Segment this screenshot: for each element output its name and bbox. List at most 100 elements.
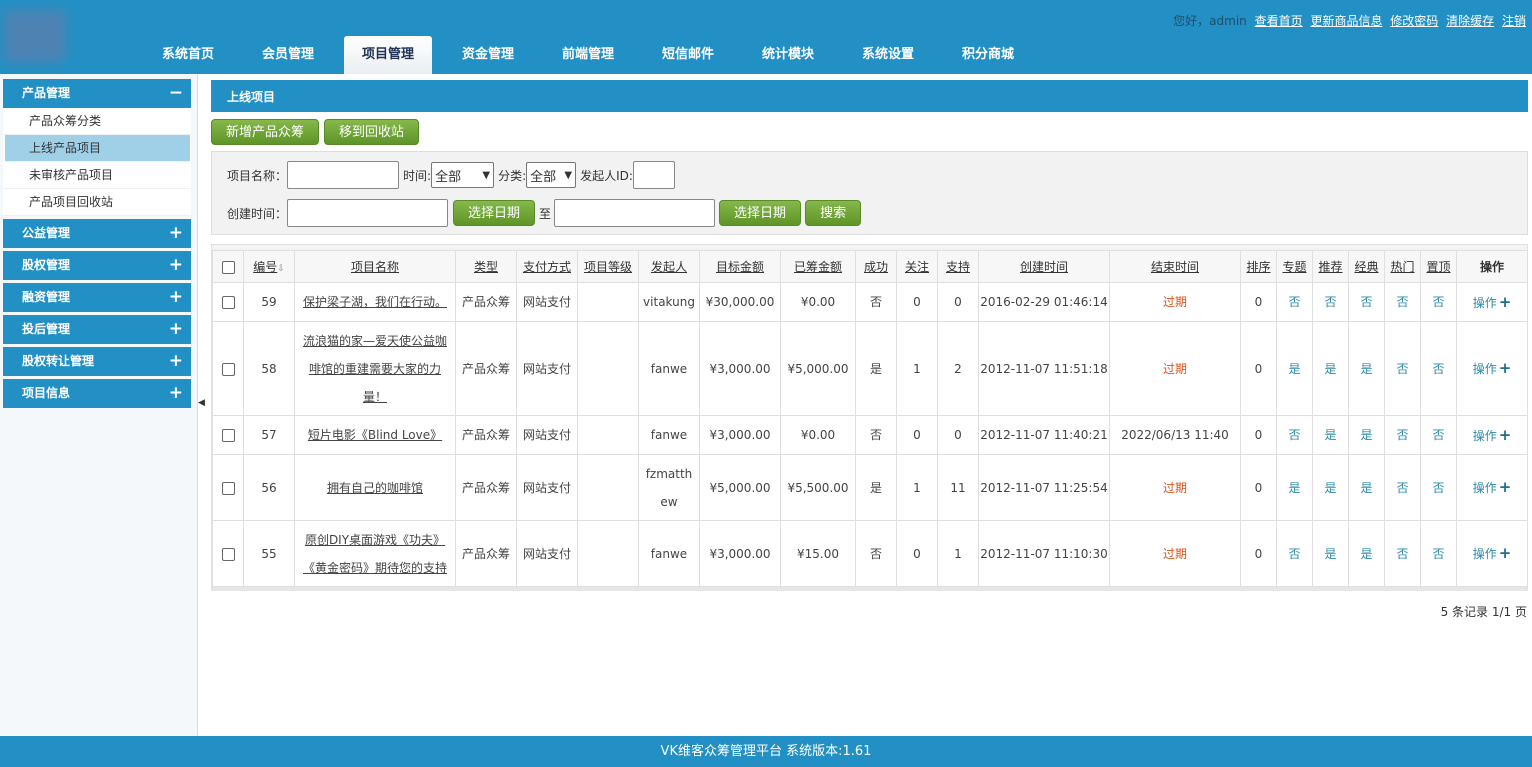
row-checkbox-cell[interactable] xyxy=(212,454,244,521)
search-button[interactable]: 搜索 xyxy=(805,200,862,226)
nav-frontend-management[interactable]: 前端管理 xyxy=(538,36,638,74)
link-change-password[interactable]: 修改密码 xyxy=(1390,14,1438,28)
col-payment[interactable]: 支付方式 xyxy=(516,250,578,283)
nav-statistics[interactable]: 统计模块 xyxy=(738,36,838,74)
plus-icon[interactable]: + xyxy=(1499,544,1512,562)
nav-system-settings[interactable]: 系统设置 xyxy=(838,36,938,74)
col-topic[interactable]: 专题 xyxy=(1276,250,1313,283)
collapse-icon[interactable]: − xyxy=(169,79,183,108)
link-view-home[interactable]: 查看首页 xyxy=(1255,14,1303,28)
nav-system-home[interactable]: 系统首页 xyxy=(138,36,238,74)
link-update-products[interactable]: 更新商品信息 xyxy=(1310,14,1382,28)
sidebar-head-equity[interactable]: 股权管理 + xyxy=(3,251,191,280)
toggle-hot[interactable]: 否 xyxy=(1384,282,1421,322)
sidebar-head-project-info[interactable]: 项目信息 + xyxy=(3,379,191,408)
col-support[interactable]: 支持 xyxy=(937,250,979,283)
col-end[interactable]: 结束时间 xyxy=(1109,250,1241,283)
actions-label[interactable]: 操作 xyxy=(1473,429,1497,443)
toggle-hot[interactable]: 否 xyxy=(1384,454,1421,521)
sidebar-head-charity[interactable]: 公益管理 + xyxy=(3,219,191,248)
col-recommend[interactable]: 推荐 xyxy=(1312,250,1349,283)
col-raised-amount[interactable]: 已筹金额 xyxy=(780,250,856,283)
toggle-classic[interactable]: 是 xyxy=(1348,321,1385,416)
actions-menu[interactable]: 操作 + xyxy=(1456,415,1528,455)
nav-project-management[interactable]: 项目管理 xyxy=(344,36,432,74)
row-checkbox[interactable] xyxy=(221,362,235,376)
date-from-input[interactable] xyxy=(287,199,449,227)
project-name-link[interactable]: 原创DIY桌面游戏《功夫》《黄金密码》期待您的支持 xyxy=(301,526,449,582)
sidebar-item-unreviewed-projects[interactable]: 未审核产品项目 xyxy=(3,162,191,189)
link-clear-cache[interactable]: 清除缓存 xyxy=(1446,14,1494,28)
row-checkbox[interactable] xyxy=(221,429,235,442)
project-name-link[interactable]: 拥有自己的咖啡馆 xyxy=(327,474,423,502)
plus-icon[interactable]: + xyxy=(1499,426,1512,444)
toggle-hot[interactable]: 否 xyxy=(1384,415,1421,455)
date-to-input[interactable] xyxy=(554,199,716,227)
col-type[interactable]: 类型 xyxy=(455,250,517,283)
toggle-pin[interactable]: 否 xyxy=(1420,282,1457,322)
sidebar-head-financing[interactable]: 融资管理 + xyxy=(3,283,191,312)
actions-menu[interactable]: 操作 + xyxy=(1456,520,1528,587)
plus-icon[interactable]: + xyxy=(1499,293,1512,311)
toggle-pin[interactable]: 否 xyxy=(1420,415,1457,455)
project-name-link[interactable]: 短片电影《Blind Love》 xyxy=(308,421,442,449)
toggle-pin[interactable]: 否 xyxy=(1420,321,1457,416)
expand-icon[interactable]: + xyxy=(169,347,183,376)
toggle-recommend[interactable]: 是 xyxy=(1312,520,1349,587)
toggle-topic[interactable]: 是 xyxy=(1276,454,1313,521)
toggle-pin[interactable]: 否 xyxy=(1420,520,1457,587)
actions-label[interactable]: 操作 xyxy=(1473,481,1497,495)
time-select[interactable]: 全部 ▼ xyxy=(431,162,495,188)
add-product-crowdfunding-button[interactable]: 新增产品众筹 xyxy=(211,119,320,145)
initiator-id-input[interactable] xyxy=(632,161,675,189)
row-checkbox-cell[interactable] xyxy=(212,321,244,416)
col-success[interactable]: 成功 xyxy=(855,250,897,283)
toggle-topic[interactable]: 否 xyxy=(1276,415,1313,455)
plus-icon[interactable]: + xyxy=(1499,478,1512,496)
col-pin[interactable]: 置顶 xyxy=(1420,250,1457,283)
nav-sms-email[interactable]: 短信邮件 xyxy=(638,36,738,74)
toggle-classic[interactable]: 是 xyxy=(1348,454,1385,521)
row-checkbox-cell[interactable] xyxy=(212,415,244,455)
col-hot[interactable]: 热门 xyxy=(1384,250,1421,283)
sidebar-item-online-projects[interactable]: 上线产品项目 xyxy=(5,135,190,162)
actions-label[interactable]: 操作 xyxy=(1473,296,1497,310)
toggle-topic[interactable]: 是 xyxy=(1276,321,1313,416)
toggle-classic[interactable]: 否 xyxy=(1348,282,1385,322)
select-all-checkbox[interactable] xyxy=(221,260,235,274)
sidebar-head-equity-transfer[interactable]: 股权转让管理 + xyxy=(3,347,191,376)
toggle-pin[interactable]: 否 xyxy=(1420,454,1457,521)
expand-icon[interactable]: + xyxy=(169,219,183,248)
toggle-recommend[interactable]: 否 xyxy=(1312,282,1349,322)
col-level[interactable]: 项目等级 xyxy=(577,250,639,283)
toggle-recommend[interactable]: 是 xyxy=(1312,415,1349,455)
expand-icon[interactable]: + xyxy=(169,283,183,312)
nav-fund-management[interactable]: 资金管理 xyxy=(438,36,538,74)
sidebar-head-post-investment[interactable]: 投后管理 + xyxy=(3,315,191,344)
actions-menu[interactable]: 操作 + xyxy=(1456,321,1528,416)
col-initiator[interactable]: 发起人 xyxy=(638,250,700,283)
expand-icon[interactable]: + xyxy=(169,251,183,280)
col-created[interactable]: 创建时间 xyxy=(978,250,1110,283)
toggle-classic[interactable]: 是 xyxy=(1348,520,1385,587)
sort-down-icon[interactable]: ⇩ xyxy=(277,264,285,274)
col-sort[interactable]: 排序 xyxy=(1240,250,1277,283)
col-id[interactable]: 编号⇩ xyxy=(243,250,295,283)
expand-icon[interactable]: + xyxy=(169,315,183,344)
project-name-link[interactable]: 流浪猫的家—爱天使公益咖啡馆的重建需要大家的力量！ xyxy=(302,327,448,411)
link-logout[interactable]: 注销 xyxy=(1502,14,1526,28)
category-select[interactable]: 全部 ▼ xyxy=(526,162,577,188)
sidebar-head-product[interactable]: 产品管理 − xyxy=(3,79,191,108)
pick-date-to-button[interactable]: 选择日期 xyxy=(719,200,802,226)
project-name-input[interactable] xyxy=(287,161,400,189)
actions-menu[interactable]: 操作 + xyxy=(1456,454,1528,521)
project-name-link[interactable]: 保护梁子湖，我们在行动。 xyxy=(303,288,447,316)
actions-label[interactable]: 操作 xyxy=(1473,547,1497,561)
nav-member-management[interactable]: 会员管理 xyxy=(238,36,338,74)
toggle-topic[interactable]: 否 xyxy=(1276,282,1313,322)
expand-icon[interactable]: + xyxy=(169,379,183,408)
pick-date-from-button[interactable]: 选择日期 xyxy=(453,200,536,226)
sidebar-item-project-recycle[interactable]: 产品项目回收站 xyxy=(3,189,191,216)
select-all-checkbox-cell[interactable] xyxy=(212,250,244,283)
toggle-classic[interactable]: 是 xyxy=(1348,415,1385,455)
